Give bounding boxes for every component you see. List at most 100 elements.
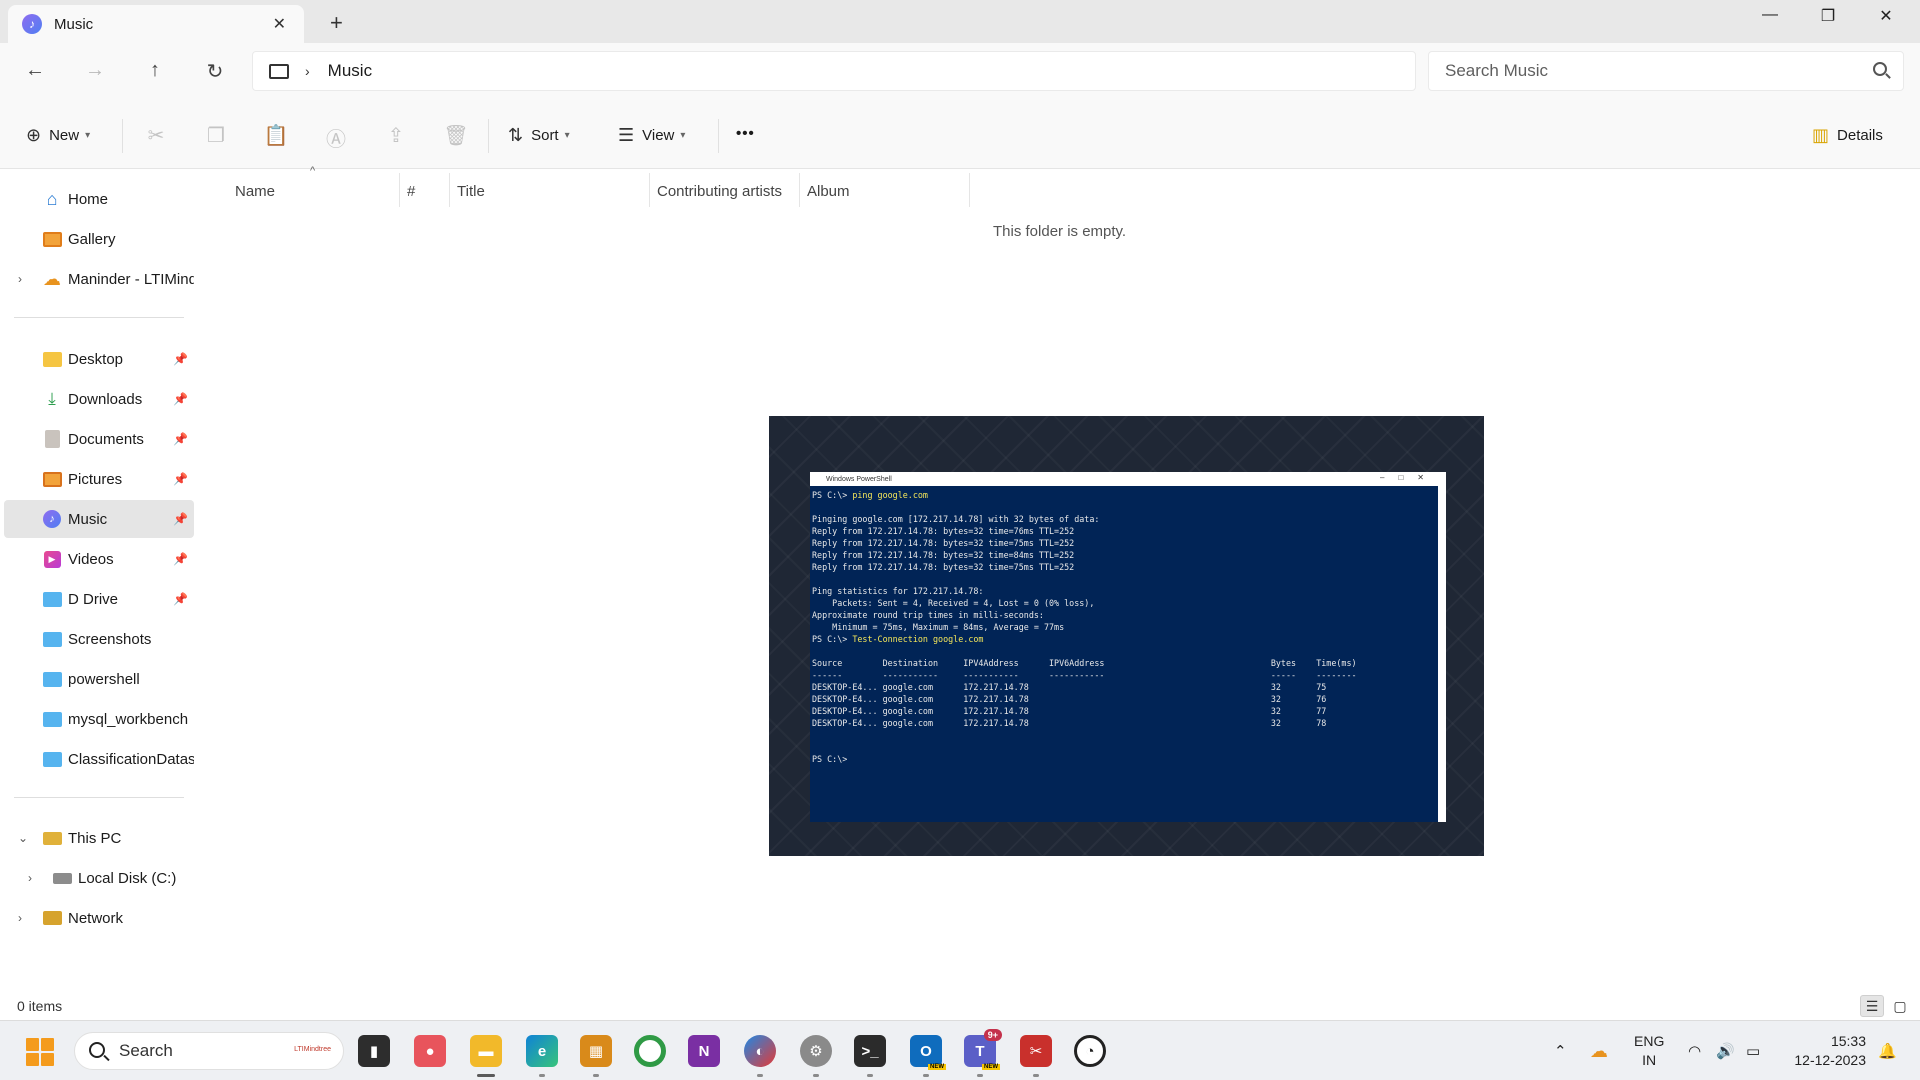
rename-icon[interactable]: Ⓐ bbox=[322, 123, 350, 152]
sidebar-item-gallery[interactable]: Gallery bbox=[4, 220, 194, 258]
details-view-icon[interactable]: ☰ bbox=[1860, 995, 1884, 1017]
back-button[interactable]: ← bbox=[20, 59, 50, 82]
restore-button[interactable]: ❐ bbox=[1808, 6, 1848, 26]
delete-icon[interactable]: 🗑 bbox=[442, 123, 470, 148]
search-input[interactable]: Search Music bbox=[1428, 51, 1904, 91]
tab-music[interactable]: ♪ Music ✕ bbox=[8, 5, 304, 43]
settings-gear-icon[interactable]: ⚙ bbox=[800, 1035, 832, 1077]
column-header-name[interactable]: Name bbox=[197, 177, 399, 205]
clock-app-icon[interactable]: ◔ bbox=[1074, 1035, 1106, 1067]
pin-icon[interactable]: 📌 bbox=[173, 432, 188, 446]
breadcrumb-music[interactable]: Music bbox=[328, 61, 372, 81]
refresh-button[interactable]: ↻ bbox=[200, 59, 230, 84]
sidebar-item-screenshots[interactable]: Screenshots bbox=[4, 620, 194, 658]
chevron-right-icon[interactable]: › bbox=[28, 871, 32, 885]
sidebar-item-home[interactable]: ⌂ Home bbox=[4, 180, 194, 218]
sidebar-item-classification-datasets[interactable]: ClassificationDatas bbox=[4, 740, 194, 778]
address-bar[interactable]: › Music bbox=[252, 51, 1416, 91]
wifi-icon[interactable]: ◠ bbox=[1688, 1021, 1701, 1080]
sidebar-item-pictures[interactable]: Pictures 📌 bbox=[4, 460, 194, 498]
snipping-tool-icon[interactable]: ✂ bbox=[1020, 1035, 1052, 1077]
up-button[interactable]: ↑ bbox=[140, 59, 170, 82]
show-hidden-icons-chevron-icon[interactable]: ⌃ bbox=[1554, 1021, 1567, 1080]
cut-icon[interactable]: ✂ bbox=[142, 123, 170, 148]
pin-icon[interactable]: 📌 bbox=[173, 472, 188, 486]
view-button[interactable]: ☰ View ▾ bbox=[618, 125, 685, 146]
pin-icon[interactable]: 📌 bbox=[173, 392, 188, 406]
file-explorer-icon[interactable]: ▬ bbox=[470, 1035, 502, 1077]
column-header-contributing-artists[interactable]: Contributing artists bbox=[649, 177, 799, 205]
sidebar-item-downloads[interactable]: ⤓ Downloads 📌 bbox=[4, 380, 194, 418]
terminal-icon[interactable]: >_ bbox=[854, 1035, 886, 1077]
minimize-button[interactable]: — bbox=[1750, 6, 1790, 24]
sidebar-item-network[interactable]: › Network bbox=[4, 899, 194, 937]
sidebar-item-this-pc[interactable]: ⌄ This PC bbox=[4, 819, 194, 857]
task-view-icon[interactable]: ▮ bbox=[358, 1035, 390, 1067]
chrome-icon[interactable] bbox=[634, 1035, 666, 1067]
copy-icon[interactable]: ❐ bbox=[202, 123, 230, 148]
divider bbox=[718, 119, 719, 153]
new-button[interactable]: ⊕ New ▾ bbox=[26, 125, 90, 146]
column-divider[interactable] bbox=[969, 173, 970, 207]
input-language-indicator[interactable]: ENG IN bbox=[1634, 1032, 1664, 1070]
paste-icon[interactable]: 📋 bbox=[262, 123, 290, 148]
edge-browser-icon[interactable]: e bbox=[526, 1035, 558, 1077]
sidebar-item-videos[interactable]: ▶ Videos 📌 bbox=[4, 540, 194, 578]
sidebar-item-local-disk[interactable]: › Local Disk (C:) bbox=[4, 859, 194, 897]
view-label: View bbox=[642, 127, 675, 144]
battery-icon[interactable]: ▭ bbox=[1746, 1021, 1760, 1080]
teams-icon[interactable]: T 9+ NEW bbox=[964, 1029, 1002, 1077]
column-header-title[interactable]: Title bbox=[449, 177, 649, 205]
sidebar-item-powershell[interactable]: powershell bbox=[4, 660, 194, 698]
home-icon: ⌂ bbox=[46, 188, 58, 209]
outlook-icon[interactable]: O NEW bbox=[910, 1035, 946, 1077]
powershell-output-line bbox=[812, 741, 1444, 753]
chevron-right-icon[interactable]: › bbox=[305, 63, 310, 79]
new-tab-button[interactable]: + bbox=[330, 10, 343, 36]
taskbar-search[interactable]: Search LTIMindtree bbox=[74, 1032, 344, 1070]
onenote-icon[interactable]: N bbox=[688, 1035, 720, 1067]
pin-icon[interactable]: 📌 bbox=[173, 592, 188, 606]
drive-icon bbox=[52, 869, 72, 887]
pin-icon[interactable]: 📌 bbox=[173, 512, 188, 526]
network-icon bbox=[42, 909, 62, 927]
pin-icon[interactable]: 📌 bbox=[173, 352, 188, 366]
close-tab-icon[interactable]: ✕ bbox=[273, 14, 286, 34]
sidebar-item-mysql-workbench[interactable]: mysql_workbench bbox=[4, 700, 194, 738]
volume-icon[interactable]: 🔊 bbox=[1716, 1021, 1735, 1080]
sort-button[interactable]: ⇅ Sort ▾ bbox=[508, 125, 570, 146]
forward-button[interactable]: → bbox=[80, 59, 110, 82]
chevron-right-icon[interactable]: › bbox=[18, 272, 22, 286]
column-header-album[interactable]: Album bbox=[799, 177, 969, 205]
clock[interactable]: 15:33 12-12-2023 bbox=[1786, 1032, 1866, 1070]
pin-icon[interactable]: 📌 bbox=[173, 552, 188, 566]
column-header-track-number[interactable]: # bbox=[399, 177, 449, 205]
zoom-meetings-icon[interactable]: ● bbox=[414, 1035, 446, 1067]
chevron-right-icon[interactable]: › bbox=[18, 911, 22, 925]
more-options-button[interactable]: ••• bbox=[736, 125, 755, 142]
tiles-view-icon[interactable]: ▢ bbox=[1888, 995, 1912, 1017]
notifications-bell-icon[interactable]: 🔔 bbox=[1878, 1021, 1897, 1080]
details-button[interactable]: ▥ Details bbox=[1812, 125, 1883, 146]
divider bbox=[488, 119, 489, 153]
search-placeholder: Search Music bbox=[1445, 61, 1548, 80]
sidebar-item-d-drive[interactable]: D Drive 📌 bbox=[4, 580, 194, 618]
sidebar-item-onedrive[interactable]: › ☁ Maninder - LTIMind bbox=[4, 260, 194, 298]
sidebar-item-music[interactable]: ♪ Music 📌 bbox=[4, 500, 194, 538]
store-icon[interactable]: ▦ bbox=[580, 1035, 612, 1077]
sidebar-item-desktop[interactable]: Desktop 📌 bbox=[4, 340, 194, 378]
close-window-button[interactable]: ✕ bbox=[1866, 6, 1906, 26]
powershell-output-line: ------ ----------- ----------- ---------… bbox=[812, 670, 1357, 680]
folder-icon bbox=[42, 670, 62, 688]
start-button[interactable] bbox=[26, 1038, 54, 1066]
chevron-down-icon[interactable]: ⌄ bbox=[18, 831, 28, 845]
sort-icon: ⇅ bbox=[508, 125, 524, 145]
sidebar-item-documents[interactable]: Documents 📌 bbox=[4, 420, 194, 458]
item-count: 0 items bbox=[17, 998, 63, 1014]
folder-icon bbox=[42, 630, 62, 648]
onedrive-cloud-icon[interactable]: ☁ bbox=[1590, 1021, 1608, 1080]
chrome-profile-icon[interactable]: ◐ bbox=[744, 1035, 776, 1077]
powershell-output-line: Minimum = 75ms, Maximum = 84ms, Average … bbox=[812, 622, 1065, 632]
powershell-output-line: PS C:\> ping google.com bbox=[812, 490, 928, 500]
share-icon[interactable]: ⇪ bbox=[382, 123, 410, 148]
